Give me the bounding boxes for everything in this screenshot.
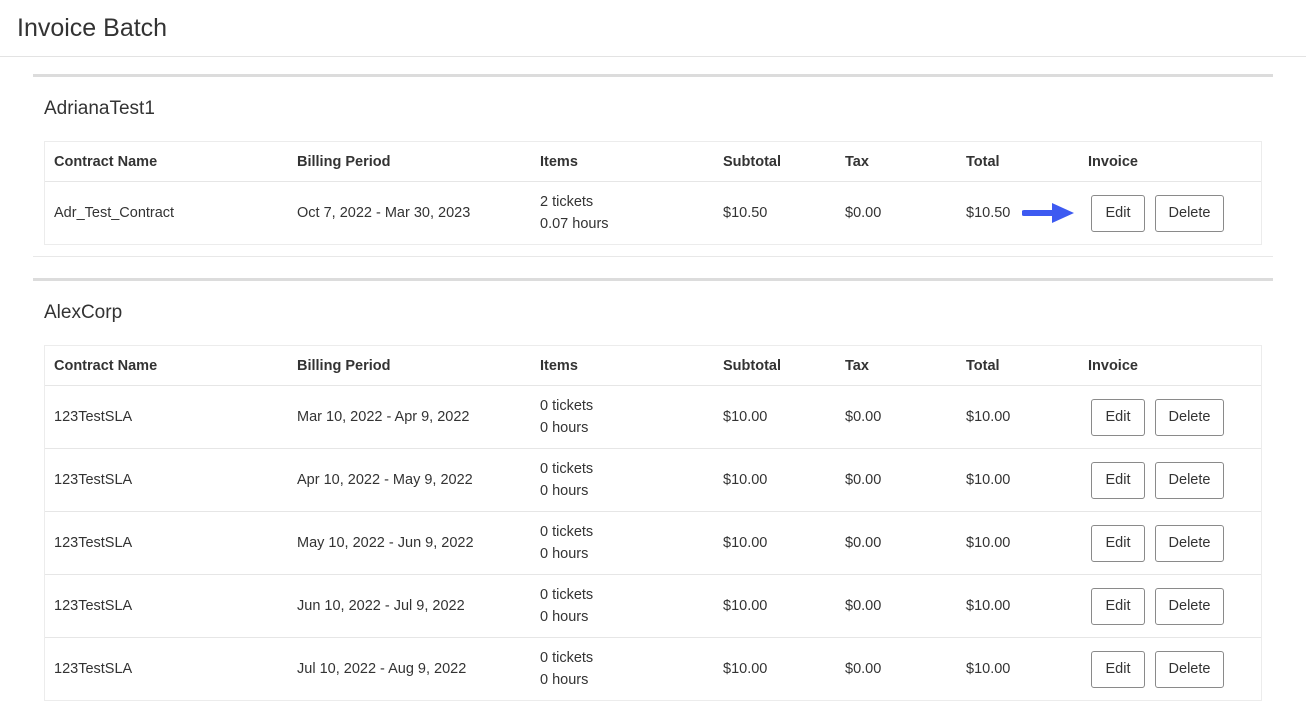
subtotal: $10.00 [723,661,768,677]
table-row: 123TestSLA Apr 10, 2022 - May 9, 2022 0 … [45,448,1261,511]
column-header-total: Total [966,357,1000,374]
items-cell: 0 tickets 0 hours [531,458,714,502]
group-title: AlexCorp [44,302,123,323]
edit-button[interactable]: Edit [1091,194,1145,232]
contract-name: 123TestSLA [54,409,133,425]
edit-button[interactable]: Edit [1091,587,1145,625]
tickets-count: 0 tickets [540,461,594,477]
tickets-count: 0 tickets [540,650,594,666]
edit-button[interactable]: Edit [1091,461,1145,499]
contract-name: 123TestSLA [54,661,133,677]
contract-name: Adr_Test_Contract [54,205,175,221]
total: $10.00 [966,409,1011,425]
invoice-group: AlexCorp Contract Name Billing Period It… [33,278,1273,701]
page-title: Invoice Batch [17,13,168,42]
tickets-count: 0 tickets [540,587,594,603]
column-header-contract-name: Contract Name [54,153,158,170]
subtotal: $10.00 [723,409,768,425]
edit-button[interactable]: Edit [1091,398,1145,436]
invoice-table: Contract Name Billing Period Items Subto… [44,141,1262,245]
tax: $0.00 [845,535,882,551]
total: $10.00 [966,661,1011,677]
column-header-billing-period: Billing Period [297,153,391,170]
tax: $0.00 [845,205,882,221]
delete-button[interactable]: Delete [1155,461,1224,499]
tickets-count: 0 tickets [540,524,594,540]
invoice-actions: Edit Delete [1079,587,1261,625]
tax: $0.00 [845,598,882,614]
table-row: 123TestSLA Jun 10, 2022 - Jul 9, 2022 0 … [45,574,1261,637]
tickets-count: 2 tickets [540,194,594,210]
invoice-actions: Edit Delete [1079,524,1261,562]
invoice-actions: Edit Delete [1079,461,1261,499]
delete-button[interactable]: Delete [1155,587,1224,625]
delete-button[interactable]: Delete [1155,524,1224,562]
column-header-subtotal: Subtotal [723,153,781,170]
invoice-actions: Edit Delete [1022,194,1261,232]
subtotal: $10.00 [723,535,768,551]
items-cell: 0 tickets 0 hours [531,521,714,565]
contract-name: 123TestSLA [54,535,133,551]
tax: $0.00 [845,409,882,425]
delete-button[interactable]: Delete [1155,398,1224,436]
table-row: 123TestSLA Jul 10, 2022 - Aug 9, 2022 0 … [45,637,1261,700]
items-cell: 0 tickets 0 hours [531,647,714,691]
table-row: 123TestSLA May 10, 2022 - Jun 9, 2022 0 … [45,511,1261,574]
delete-button[interactable]: Delete [1155,194,1224,232]
hours-count: 0 hours [540,546,589,562]
page-header: Invoice Batch [0,0,1306,57]
column-header-tax: Tax [845,357,869,374]
column-header-contract-name: Contract Name [54,357,158,374]
column-header-total: Total [966,153,1000,170]
total: $10.00 [966,535,1011,551]
billing-period: Apr 10, 2022 - May 9, 2022 [297,472,473,488]
billing-period: Jun 10, 2022 - Jul 9, 2022 [297,598,465,614]
delete-button[interactable]: Delete [1155,650,1224,688]
tax: $0.00 [845,661,882,677]
billing-period: Mar 10, 2022 - Apr 9, 2022 [297,409,470,425]
total: $10.00 [966,472,1011,488]
total: $10.00 [966,598,1011,614]
table-header-row: Contract Name Billing Period Items Subto… [45,142,1261,181]
column-header-items: Items [540,357,578,374]
column-header-items: Items [540,153,578,170]
invoice-actions: Edit Delete [1079,650,1261,688]
column-header-tax: Tax [845,153,869,170]
invoice-actions: Edit Delete [1079,398,1261,436]
table-row: Adr_Test_Contract Oct 7, 2022 - Mar 30, … [45,181,1261,244]
edit-button[interactable]: Edit [1091,650,1145,688]
arrow-right-icon [1022,203,1074,223]
subtotal: $10.00 [723,598,768,614]
items-cell: 2 tickets 0.07 hours [531,191,714,235]
subtotal: $10.50 [723,205,768,221]
hours-count: 0 hours [540,420,589,436]
invoice-table: Contract Name Billing Period Items Subto… [44,345,1262,701]
hours-count: 0 hours [540,609,589,625]
subtotal: $10.00 [723,472,768,488]
invoice-groups: AdrianaTest1 Contract Name Billing Perio… [0,57,1306,701]
group-title: AdrianaTest1 [44,98,155,119]
hours-count: 0.07 hours [540,216,609,232]
column-header-invoice: Invoice [1088,357,1138,374]
edit-button[interactable]: Edit [1091,524,1145,562]
table-header-row: Contract Name Billing Period Items Subto… [45,346,1261,385]
hours-count: 0 hours [540,483,589,499]
column-header-invoice: Invoice [1088,153,1138,170]
hours-count: 0 hours [540,672,589,688]
column-header-subtotal: Subtotal [723,357,781,374]
contract-name: 123TestSLA [54,598,133,614]
table-row: 123TestSLA Mar 10, 2022 - Apr 9, 2022 0 … [45,385,1261,448]
column-header-billing-period: Billing Period [297,357,391,374]
items-cell: 0 tickets 0 hours [531,584,714,628]
items-cell: 0 tickets 0 hours [531,395,714,439]
invoice-group: AdrianaTest1 Contract Name Billing Perio… [33,74,1273,257]
tax: $0.00 [845,472,882,488]
billing-period: May 10, 2022 - Jun 9, 2022 [297,535,474,551]
contract-name: 123TestSLA [54,472,133,488]
tickets-count: 0 tickets [540,398,594,414]
billing-period: Jul 10, 2022 - Aug 9, 2022 [297,661,467,677]
billing-period: Oct 7, 2022 - Mar 30, 2023 [297,205,471,221]
